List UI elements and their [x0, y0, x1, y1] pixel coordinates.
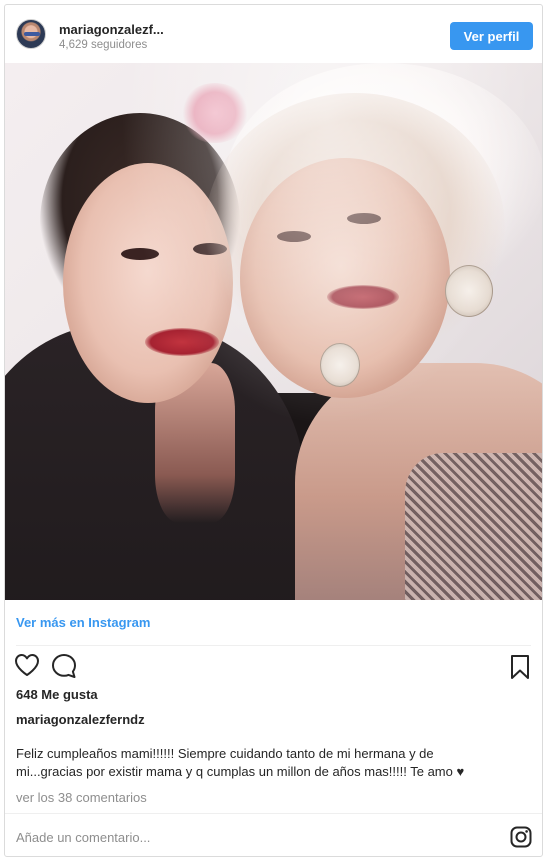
instagram-embed-card: mariagonzalezf... 4,629 seguidores Ver p… — [4, 4, 543, 857]
like-count[interactable]: 648 Me gusta — [16, 687, 98, 702]
divider — [5, 813, 542, 814]
bookmark-icon[interactable] — [510, 654, 530, 680]
view-comments-link[interactable]: ver los 38 comentarios — [16, 790, 147, 805]
avatar[interactable] — [16, 19, 46, 49]
username[interactable]: mariagonzalezf... — [59, 22, 164, 37]
post-photo[interactable] — [5, 63, 542, 600]
view-more-on-instagram-link[interactable]: Ver más en Instagram — [16, 615, 150, 630]
heart-icon[interactable] — [14, 653, 40, 677]
comment-icon[interactable] — [51, 653, 77, 679]
caption-line: Feliz cumpleaños mami!!!!!! Siempre cuid… — [16, 746, 434, 761]
divider — [16, 645, 531, 646]
photo-overlay — [5, 63, 542, 600]
instagram-icon[interactable] — [510, 826, 532, 848]
follower-count: 4,629 seguidores — [59, 39, 148, 51]
post-header: mariagonzalezf... 4,629 seguidores Ver p… — [5, 5, 542, 63]
add-comment-input[interactable] — [16, 827, 496, 847]
post-caption: Feliz cumpleaños mami!!!!!! Siempre cuid… — [16, 745, 531, 781]
view-profile-button[interactable]: Ver perfil — [450, 22, 533, 50]
caption-line: mi...gracias por existir mama y q cumpla… — [16, 764, 465, 779]
post-author[interactable]: mariagonzalezferndz — [16, 712, 145, 727]
